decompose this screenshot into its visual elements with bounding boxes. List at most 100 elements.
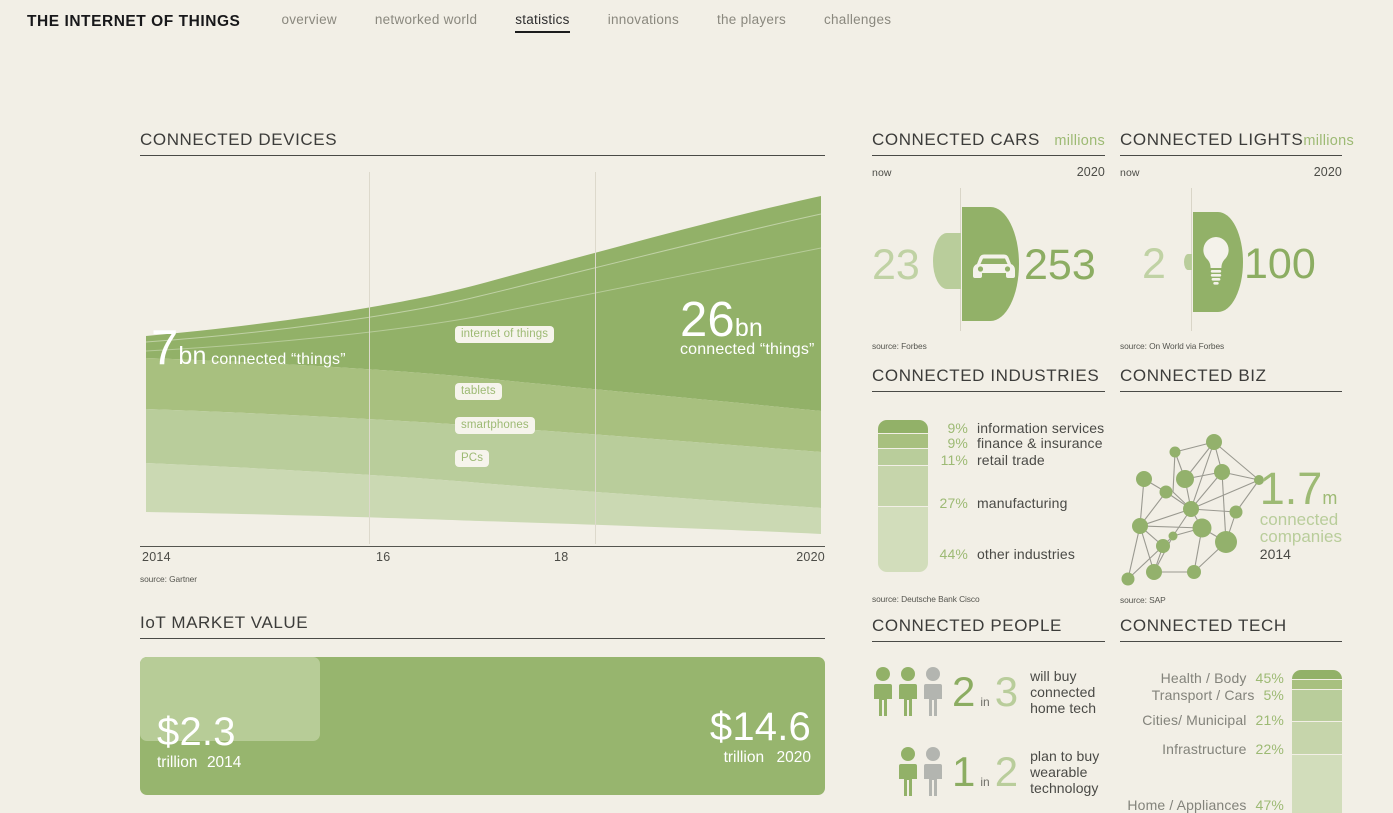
tech-stacked-bar [1292, 670, 1342, 813]
people-stat-row: 1 in 2 plan to buy wearable technology [897, 746, 1099, 798]
person-icon-filled [899, 667, 917, 716]
industries-segment [878, 465, 928, 507]
tech-segment [1292, 721, 1342, 756]
panel-title-connected-biz: CONNECTED BIZ [1120, 366, 1267, 385]
market-year-2020: 2020 [776, 749, 811, 766]
industries-label: other industries [977, 546, 1075, 562]
cars-value-2020: 253 [1024, 241, 1096, 289]
panel-header: CONNECTED CARS millions [872, 130, 1105, 156]
tech-label: Transport / Cars [1151, 687, 1255, 703]
cars-half-circle-now [933, 233, 961, 289]
nav-item-the-players[interactable]: the players [717, 12, 786, 33]
panel-header: CONNECTED PEOPLE [872, 616, 1105, 642]
lights-right-year: 2020 [1313, 165, 1342, 179]
nav-item-statistics[interactable]: statistics [515, 12, 570, 33]
market-value-2014: $2.3 [157, 710, 236, 754]
people-ratio: 1 in 2 [952, 751, 1018, 793]
infographic-page: THE INTERNET OF THINGS overview networke… [0, 0, 1393, 813]
people-ratio-denominator: 3 [994, 668, 1019, 715]
people-stat-row: 2 in 3 will buy connected home tech [872, 666, 1096, 718]
tech-legend-row: Transport / Cars 5% [1152, 687, 1284, 703]
panel-title-connected-lights: CONNECTED LIGHTS [1120, 130, 1304, 149]
panel-connected-devices: CONNECTED DEVICES 7bn connected “things”… [140, 130, 825, 584]
industries-label: manufacturing [977, 495, 1068, 511]
tech-legend-row: Infrastructure 22% [1162, 741, 1284, 757]
people-ratio: 2 in 3 [952, 671, 1018, 713]
people-description-line: plan to buy [1030, 747, 1100, 764]
callout-end: 26bn connected “things” [680, 296, 815, 359]
nav-item-challenges[interactable]: challenges [824, 12, 891, 33]
industries-pct: 11% [940, 452, 968, 468]
cars-value-now: 23 [872, 241, 920, 289]
car-icon [967, 250, 1021, 287]
lights-value-now: 2 [1142, 240, 1166, 288]
tech-pct: 47% [1255, 797, 1284, 813]
network-nodes [1121, 434, 1264, 586]
biz-value-block: 1.7m connected companies 2014 [1259, 466, 1342, 563]
gridline-2016 [369, 172, 371, 544]
nav-links: overview networked world statistics inno… [262, 12, 910, 33]
people-ratio-numerator: 1 [952, 748, 976, 795]
cars-comparison: now 2020 23 253 [872, 162, 1105, 337]
industries-pct: 27% [939, 495, 968, 511]
tech-pct: 45% [1255, 670, 1284, 686]
tech-pct: 22% [1255, 741, 1284, 757]
tech-pct: 5% [1263, 687, 1284, 703]
biz-value: 1.7 [1259, 463, 1323, 514]
source-deutsche-bank-cisco: source: Deutsche Bank Cisco [872, 594, 980, 604]
cars-right-year: 2020 [1076, 165, 1105, 179]
panel-title-connected-people: CONNECTED PEOPLE [872, 616, 1062, 635]
industries-legend-row: 11% retail trade [934, 452, 1045, 468]
panel-title-connected-devices: CONNECTED DEVICES [140, 130, 338, 149]
biz-network-graph: 1.7m connected companies 2014 [1120, 406, 1342, 586]
people-description-line: wearable [1030, 763, 1088, 780]
people-ratio-numerator: 2 [952, 668, 976, 715]
people-description-line: home tech [1030, 700, 1097, 717]
biz-unit: m [1322, 488, 1338, 508]
panel-title-iot-market-value: IoT MARKET VALUE [140, 613, 309, 632]
industries-label: information services [977, 420, 1105, 436]
industries-pct: 44% [939, 546, 968, 562]
panel-connected-biz: CONNECTED BIZ 1.7m connected companies 2… [1120, 366, 1342, 605]
source-gartner: source: Gartner [140, 574, 197, 584]
biz-year: 2014 [1259, 546, 1291, 563]
person-icon-filled [899, 747, 917, 796]
cars-left-year: now [872, 167, 892, 179]
biz-caption-line1: connected [1259, 509, 1339, 529]
band-chip-internet-of-things: internet of things [455, 326, 555, 343]
nav-item-overview[interactable]: overview [281, 12, 336, 33]
callout-end-value: 26 [680, 293, 735, 347]
market-unit-2020: trillion [723, 749, 765, 766]
industries-stacked-bar [878, 420, 928, 572]
people-ratio-in: in [980, 695, 990, 709]
industries-segment [878, 434, 928, 449]
panel-connected-cars: CONNECTED CARS millions now 2020 23 253 … [872, 130, 1105, 351]
panel-header: CONNECTED TECH [1120, 616, 1342, 642]
panel-unit-lights: millions [1303, 133, 1354, 149]
panel-connected-tech: CONNECTED TECH Health / Body 45% Transpo… [1120, 616, 1342, 813]
industries-legend-row: 9% information services [934, 420, 1104, 436]
industries-segment [878, 506, 928, 572]
gridline-2018 [595, 172, 597, 544]
band-chip-pcs: PCs [455, 450, 490, 467]
industries-segment [878, 448, 928, 466]
callout-start: 7bn connected “things” [151, 324, 346, 373]
market-label-2020: $14.6 trillion 2020 [710, 707, 811, 767]
industries-chart: 9% information services 9% finance & ins… [872, 420, 1105, 580]
biz-caption-line2: companies [1259, 527, 1342, 547]
people-ratio-in: in [980, 775, 990, 789]
people-ratio-denominator: 2 [994, 748, 1019, 795]
source-on-world: source: On World via Forbes [1120, 341, 1225, 351]
nav-item-innovations[interactable]: innovations [608, 12, 679, 33]
band-chip-tablets: tablets [455, 383, 502, 400]
panel-connected-people: CONNECTED PEOPLE 2 in 3 will buy connect… [872, 616, 1105, 813]
callout-start-sub: connected “things” [211, 351, 346, 368]
network-graph-svg [1121, 434, 1264, 586]
callout-end-unit: bn [734, 314, 763, 342]
tech-label: Infrastructure [1162, 741, 1247, 757]
panel-header: CONNECTED INDUSTRIES [872, 366, 1105, 392]
nav-item-networked-world[interactable]: networked world [375, 12, 477, 33]
tech-label: Cities/ Municipal [1142, 712, 1247, 728]
source-sap: source: SAP [1120, 595, 1166, 605]
industries-pct: 9% [947, 435, 968, 451]
